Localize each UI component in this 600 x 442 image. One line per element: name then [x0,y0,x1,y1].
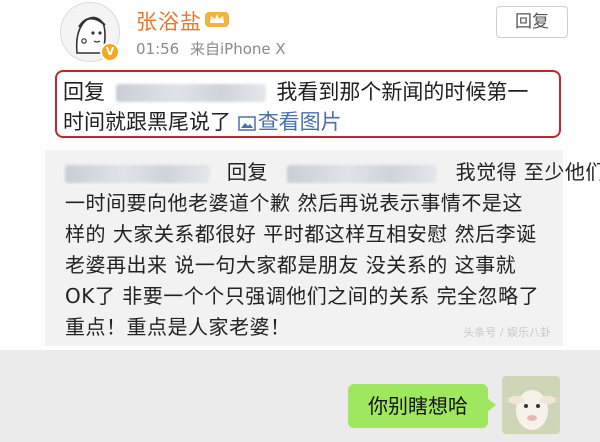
comment-text-1: 我觉得 至少他们第 [455,160,600,184]
blurred-username [65,164,210,183]
comment-line-1: 回复 我觉得 至少他们第 [65,156,600,185]
post-source: 来自iPhone X [190,40,286,58]
reply-prefix: 回复 [63,80,105,104]
watermark: 头条号 / 娱乐八卦 [463,326,551,339]
reply-button[interactable]: 回复 [496,6,568,38]
blurred-username [286,164,437,183]
comment-line-3: 样的 大家关系都很好 平时都这样互相安慰 然后李诞 [65,222,537,246]
comment-line-4: 老婆再出来 说一句大家都是朋友 没关系的 这事就 [65,253,517,277]
chat-avatar[interactable] [502,376,560,434]
reply-text-1: 我看到那个新闻的时候第一 [276,80,529,104]
comment-line-2: 一时间要向他老婆道个歉 然后再说表示事情不是这 [65,191,523,215]
post-time: 01:56 [136,40,180,58]
quoted-comment: 回复 我觉得 至少他们第 一时间要向他老婆道个歉 然后再说表示事情不是这 样的 … [45,150,600,346]
comment-reply-prefix: 回复 [226,160,268,184]
vip-crown-icon [205,12,229,27]
reply-text-2: 时间就跟黑尾说了 [63,110,231,134]
verified-badge-icon: V [100,42,120,62]
blurred-username [115,84,266,102]
reply-text-line-1: 回复 我看到那个新闻的时候第一 [63,76,528,106]
post-meta: 01:56 来自iPhone X [136,38,292,59]
chat-bubble[interactable]: 你别瞎想哈 [348,384,496,428]
comment-line-5: OK了 非要一个个只强调他们之间的关系 完全忽略了 [65,284,540,308]
reply-text-line-2: 时间就跟黑尾说了 查看图片 [63,106,342,136]
view-image-label: 查看图片 [257,110,342,134]
image-icon [237,116,256,131]
comment-line-6: 重点！重点是人家老婆！ [65,315,291,339]
username[interactable]: 张浴盐 [136,6,202,36]
view-image-link[interactable]: 查看图片 [237,110,342,134]
